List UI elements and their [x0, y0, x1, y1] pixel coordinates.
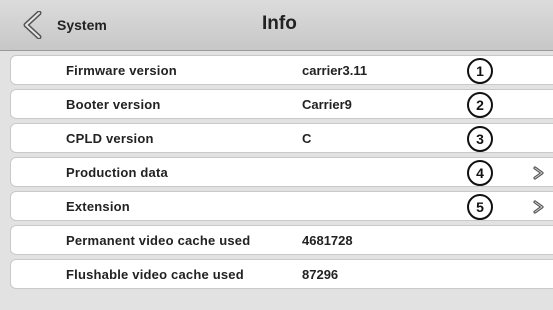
row-label: Production data — [66, 165, 168, 180]
row-label: CPLD version — [66, 131, 154, 146]
callout-marker: 3 — [467, 126, 493, 152]
row-cpld-version: CPLD version C 3 — [10, 123, 553, 153]
row-production-data[interactable]: Production data 4 — [10, 157, 553, 187]
row-label: Booter version — [66, 97, 161, 112]
row-label: Firmware version — [66, 63, 177, 78]
header-bar: System Info — [0, 0, 553, 51]
back-button-label: System — [57, 17, 107, 33]
row-value: 4681728 — [302, 233, 353, 248]
row-label: Extension — [66, 199, 130, 214]
row-booter-version: Booter version Carrier9 2 — [10, 89, 553, 119]
row-value: carrier3.11 — [302, 63, 368, 78]
callout-marker: 1 — [467, 58, 493, 84]
row-label: Flushable video cache used — [66, 267, 244, 282]
row-value: C — [302, 131, 312, 146]
callout-marker: 5 — [467, 194, 493, 220]
row-firmware-version: Firmware version carrier3.11 1 — [10, 55, 553, 85]
info-list: Firmware version carrier3.11 1 Booter ve… — [10, 55, 553, 293]
callout-marker: 4 — [467, 160, 493, 186]
row-value: 87296 — [302, 267, 339, 282]
chevron-right-icon — [533, 166, 544, 180]
chevron-left-icon — [23, 11, 42, 39]
row-permanent-video-cache: Permanent video cache used 4681728 — [10, 225, 553, 255]
back-button[interactable]: System — [0, 0, 150, 51]
row-flushable-video-cache: Flushable video cache used 87296 — [10, 259, 553, 289]
row-extension[interactable]: Extension 5 — [10, 191, 553, 221]
chevron-right-icon — [533, 200, 544, 214]
row-value: Carrier9 — [302, 97, 352, 112]
info-screen: System Info Firmware version carrier3.11… — [0, 0, 553, 310]
page-title: Info — [262, 13, 297, 34]
row-label: Permanent video cache used — [66, 233, 251, 248]
callout-marker: 2 — [467, 92, 493, 118]
